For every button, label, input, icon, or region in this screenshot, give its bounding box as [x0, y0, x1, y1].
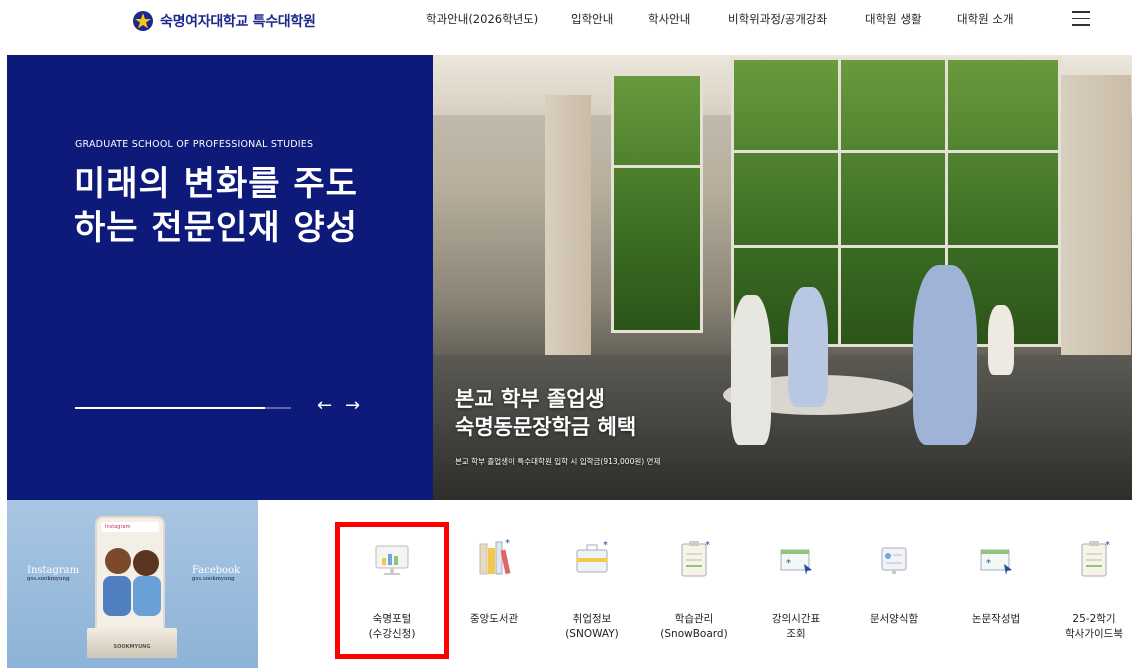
character-head [105, 548, 131, 574]
svg-text:*: * [603, 540, 608, 551]
photo-person [988, 305, 1014, 375]
quick-links: 숙명포털 (수강신청) * 중앙도서관 * 취업정보 (SNOWAY) * 학습… [336, 520, 1132, 668]
hero-slider: GRADUATE SCHOOL OF PROFESSIONAL STUDIES … [7, 55, 1132, 500]
photo-window [731, 57, 1061, 347]
quick-link-snoway[interactable]: * 취업정보 (SNOWAY) [544, 520, 640, 660]
document-form-icon [881, 547, 907, 574]
nav-about[interactable]: 대학원 소개 [957, 11, 1014, 27]
quick-link-label: 논문작성법 [971, 613, 1021, 625]
site-header: 숙명여자대학교 특수대학원 학과안내(2026학년도) 입학안내 학사안내 비학… [0, 0, 1132, 55]
svg-text:*: * [986, 558, 991, 569]
pedestal-label: SOOKMYUNG [113, 644, 151, 650]
monitor-chart-icon [375, 545, 409, 575]
prev-slide-arrow-icon[interactable]: ← [317, 395, 332, 416]
hero-title-line1: 미래의 변화를 주도 [74, 164, 358, 204]
phone-instagram-bar: Instagram [101, 522, 159, 532]
quick-link-forms[interactable]: 문서양식함 [846, 520, 942, 660]
quick-link-guidebook[interactable]: * 25-2학기 학사가이드북 [1046, 520, 1132, 660]
slider-progress-fill [75, 407, 266, 409]
hero-text-panel: GRADUATE SCHOOL OF PROFESSIONAL STUDIES … [7, 55, 433, 500]
next-slide-arrow-icon[interactable]: → [345, 395, 360, 416]
slider-progress-bar [75, 407, 291, 409]
facebook-label: Facebook [192, 565, 241, 576]
instagram-label: Instagram [27, 565, 80, 576]
quick-link-timetable[interactable]: * 강의시간표 조회 [748, 520, 844, 660]
hero-title: 미래의 변화를 주도 하는 전문인재 양성 [74, 162, 414, 250]
nav-department[interactable]: 학과안내(2026학년도) [426, 11, 538, 27]
character-body [133, 576, 161, 616]
hero-caption-sub: 본교 학부 졸업생이 특수대학원 입학 시 입학금(913,000원) 면제 [455, 457, 661, 466]
sns-banner[interactable]: Instagram gss.sookmyung Instagram SOOKMY… [7, 500, 258, 668]
quick-link-snowboard[interactable]: * 학습관리 (SnowBoard) [646, 520, 742, 660]
quick-link-label: 강의시간표 조회 [771, 613, 821, 640]
timetable-icon: * [780, 549, 812, 575]
hamburger-icon[interactable] [1072, 11, 1090, 27]
photo-pillar [545, 95, 591, 365]
svg-text:*: * [705, 540, 710, 551]
books-icon: * [479, 538, 511, 575]
nav-academic[interactable]: 학사안내 [648, 11, 690, 27]
svg-text:*: * [786, 558, 791, 569]
instagram-link[interactable]: Instagram gss.sookmyung [27, 565, 79, 582]
hero-title-line2: 하는 전문인재 양성 [74, 208, 358, 248]
caption-line2: 숙명동문장학금 혜택 [455, 415, 637, 439]
quick-link-label: 취업정보 (SNOWAY) [565, 613, 619, 640]
photo-pillar [1061, 75, 1131, 375]
guidebook-icon: * [1081, 540, 1110, 577]
photo-window [611, 73, 703, 333]
nav-campus-life[interactable]: 대학원 생활 [865, 11, 922, 27]
svg-text:*: * [505, 538, 510, 549]
character-body [103, 576, 131, 616]
photo-mullion [731, 150, 1061, 153]
photo-mullion [731, 245, 1061, 248]
quick-link-label: 중앙도서관 [469, 613, 519, 625]
clipboard-icon: * [681, 540, 710, 577]
quick-link-label: 25-2학기 학사가이드북 [1065, 613, 1123, 640]
nav-non-degree[interactable]: 비학위과정/공개강좌 [728, 11, 827, 27]
caption-line1: 본교 학부 졸업생 [455, 387, 605, 411]
hero-caption-title: 본교 학부 졸업생 숙명동문장학금 혜택 [455, 385, 636, 441]
instagram-handle: gss.sookmyung [27, 576, 70, 582]
character-head [133, 550, 159, 576]
photo-person [731, 295, 771, 445]
quick-link-library[interactable]: * 중앙도서관 [446, 520, 542, 660]
phone-illustration: Instagram [95, 516, 165, 636]
quick-link-label: 문서양식함 [869, 613, 919, 625]
pedestal: SOOKMYUNG [87, 628, 177, 658]
photo-mullion [611, 165, 703, 168]
photo-mullion [838, 57, 841, 347]
quick-link-label: 학습관리 (SnowBoard) [660, 613, 728, 640]
hero-eyebrow: GRADUATE SCHOOL OF PROFESSIONAL STUDIES [75, 139, 314, 150]
briefcase-icon: * [576, 540, 608, 573]
facebook-link[interactable]: Facebook gss.sookmyung [192, 565, 240, 582]
quick-link-thesis[interactable]: * 논문작성법 [948, 520, 1044, 660]
photo-person [913, 265, 977, 445]
svg-text:*: * [1105, 540, 1110, 551]
nav-admission[interactable]: 입학안내 [571, 11, 613, 27]
quick-link-portal[interactable]: 숙명포털 (수강신청) [344, 520, 440, 660]
hero-photo: 본교 학부 졸업생 숙명동문장학금 혜택 본교 학부 졸업생이 특수대학원 입학… [433, 55, 1132, 500]
quick-link-label: 숙명포털 (수강신청) [368, 613, 416, 640]
facebook-handle: gss.sookmyung [192, 576, 235, 582]
main-nav: 학과안내(2026학년도) 입학안내 학사안내 비학위과정/공개강좌 대학원 생… [0, 11, 1132, 31]
thesis-guide-icon: * [980, 549, 1012, 575]
photo-person [788, 287, 828, 407]
